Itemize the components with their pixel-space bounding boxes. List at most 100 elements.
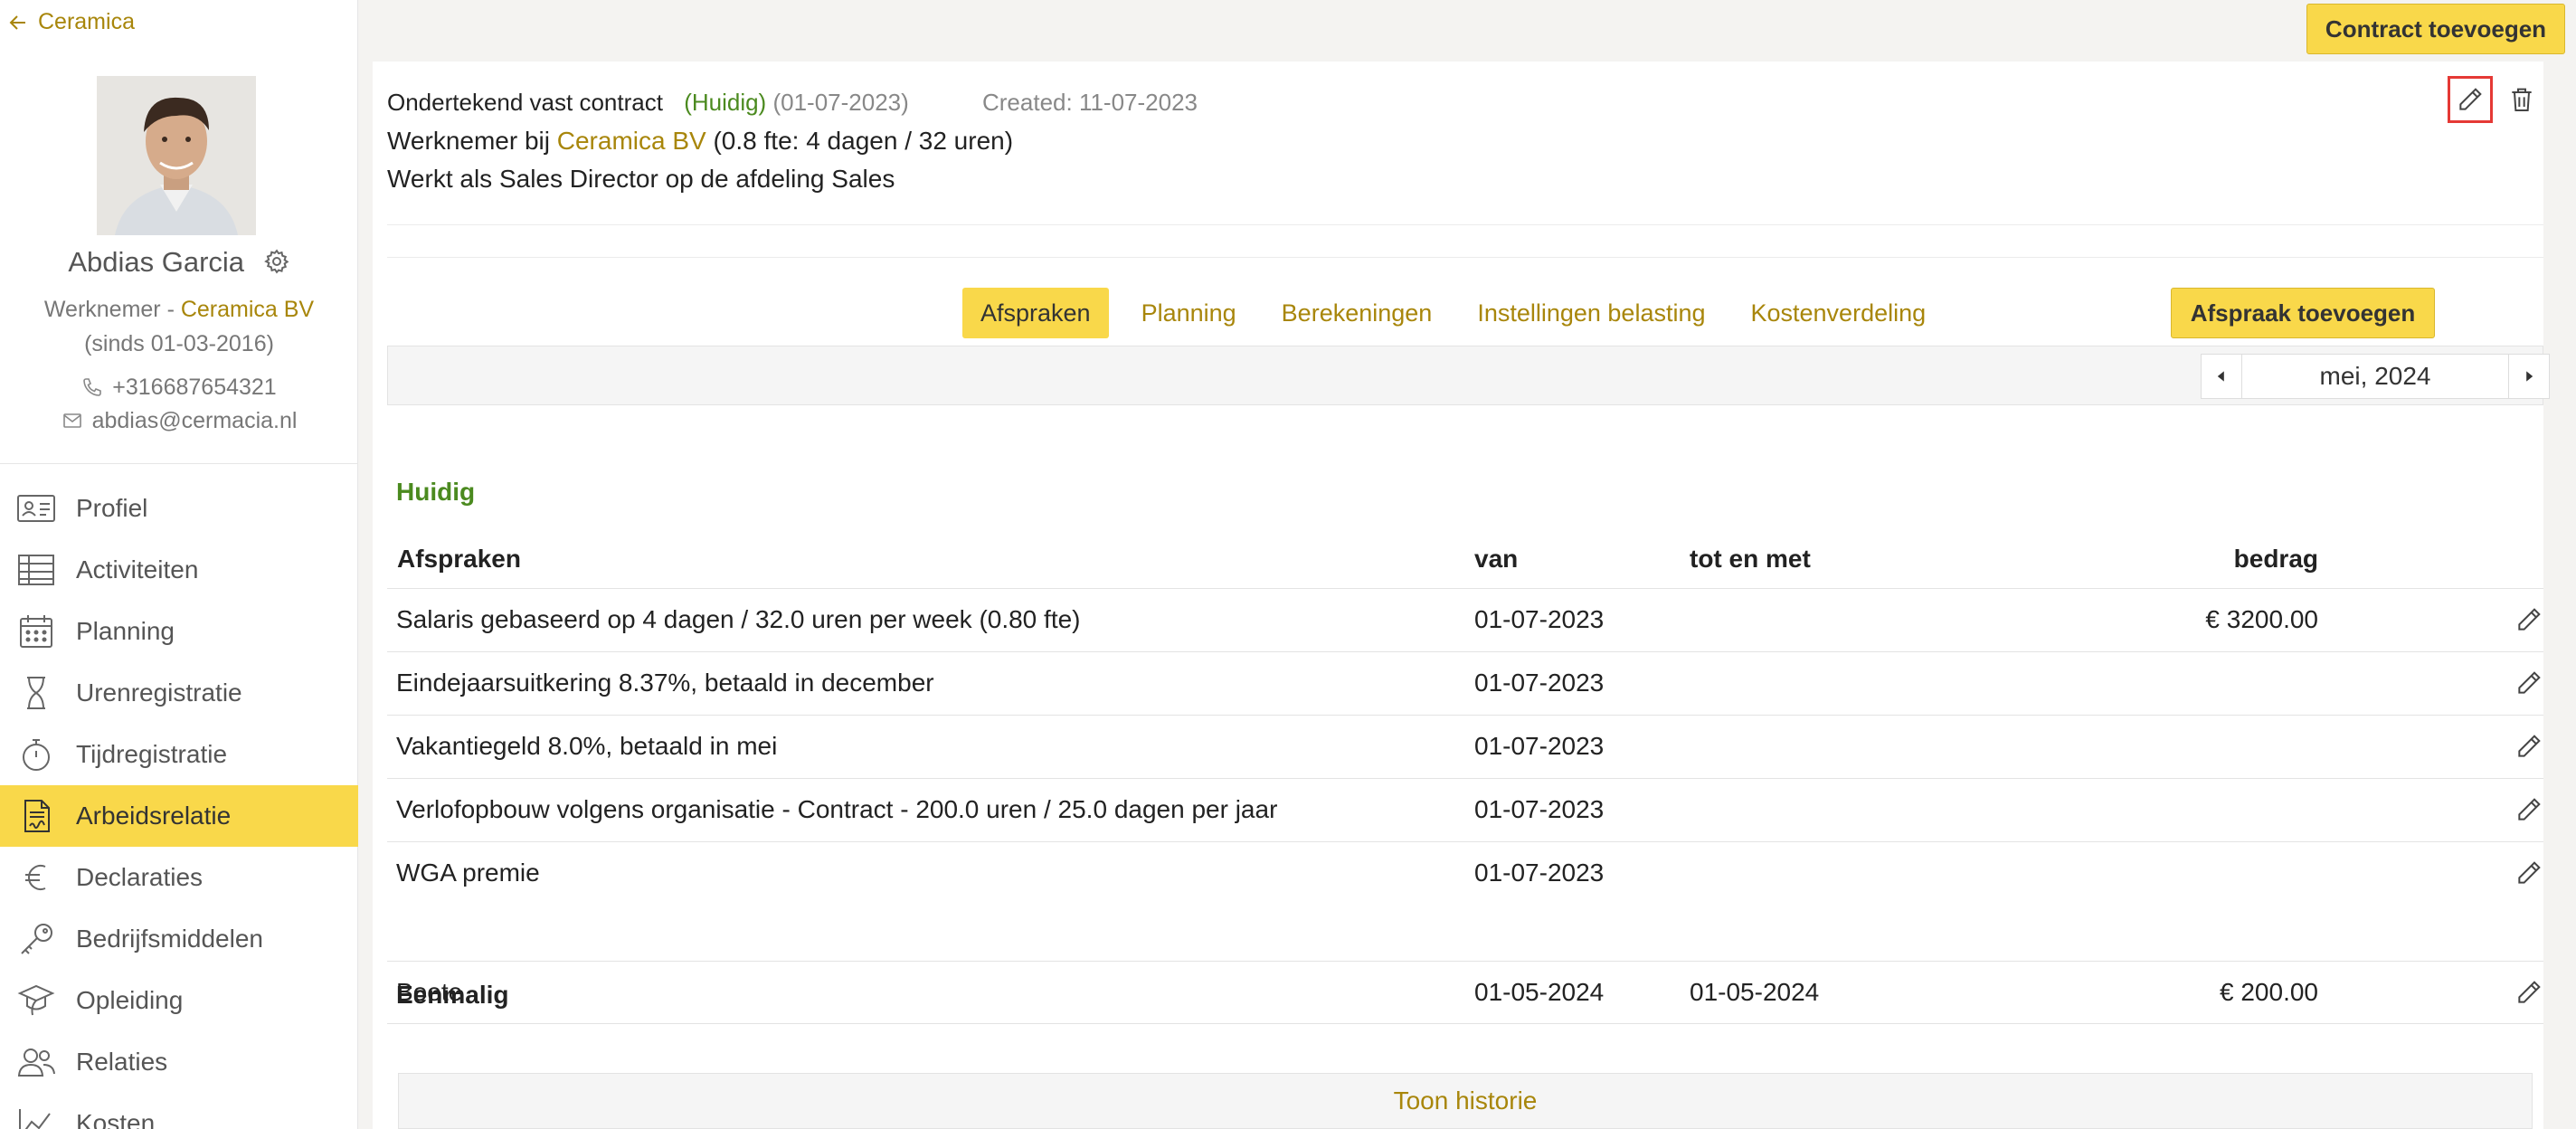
contract-created: Created: 11-07-2023 xyxy=(982,89,1198,116)
caret-right-icon xyxy=(2526,371,2533,382)
tab-bar: Afspraken Planning Berekeningen Instelli… xyxy=(962,288,1948,338)
sidebar-item-label: Tijdregistratie xyxy=(76,740,228,768)
pencil-icon xyxy=(2518,608,2541,631)
sidebar: Ceramica Abdias Garcia Werknemer - Ceram… xyxy=(0,0,358,1129)
hourglass-icon xyxy=(14,675,58,711)
row-van: 01-07-2023 xyxy=(1474,859,1605,887)
row-description: Boete xyxy=(396,978,463,1006)
contract-title: Ondertekend vast contract xyxy=(387,89,663,116)
row-edit-button[interactable] xyxy=(2514,978,2543,1007)
sidebar-item-label: Profiel xyxy=(76,494,148,522)
sidebar-item-relaties[interactable]: Relaties xyxy=(0,1031,358,1093)
trash-icon xyxy=(2512,88,2532,111)
row-tot: 01-05-2024 xyxy=(1690,978,1820,1006)
column-header-van: van xyxy=(1474,545,1519,573)
column-header-afspraken: Afspraken xyxy=(397,545,521,573)
show-history-button[interactable]: Toon historie xyxy=(398,1073,2533,1129)
profile-email[interactable]: abdias@cermacia.nl xyxy=(0,408,358,434)
sidebar-item-label: Kosten xyxy=(76,1109,156,1129)
sidebar-item-label: Declaraties xyxy=(76,863,204,891)
tab-berekeningen[interactable]: Berekeningen xyxy=(1259,288,1455,338)
sidebar-item-declaraties[interactable]: Declaraties xyxy=(0,847,358,908)
id-card-icon xyxy=(14,490,58,527)
row-description: Eindejaarsuitkering 8.37%, betaald in de… xyxy=(396,669,934,697)
mail-icon xyxy=(62,413,81,428)
period-prev-button[interactable] xyxy=(2201,354,2242,399)
pencil-icon xyxy=(2518,981,2541,1003)
row-edit-button[interactable] xyxy=(2514,859,2543,887)
row-description: WGA premie xyxy=(396,859,540,887)
row-van: 01-07-2023 xyxy=(1474,795,1605,823)
caret-left-icon xyxy=(2217,371,2224,382)
row-van: 01-07-2023 xyxy=(1474,732,1605,760)
gear-icon[interactable] xyxy=(263,248,290,275)
employer-prefix: Werknemer bij xyxy=(387,127,557,155)
edit-contract-button[interactable] xyxy=(2448,76,2493,123)
tab-kostenverdeling[interactable]: Kostenverdeling xyxy=(1728,288,1949,338)
profile-role: Werknemer - Ceramica BV xyxy=(0,297,358,323)
tab-afspraken[interactable]: Afspraken xyxy=(962,288,1109,338)
row-description: Verlofopbouw volgens organisatie - Contr… xyxy=(396,795,1278,823)
row-van: 01-05-2024 xyxy=(1474,978,1605,1006)
back-link-label: Ceramica xyxy=(38,9,135,34)
back-link[interactable]: Ceramica xyxy=(7,9,135,35)
pencil-icon xyxy=(2518,798,2541,821)
arrow-left-icon xyxy=(9,14,25,30)
period-value[interactable]: mei, 2024 xyxy=(2242,354,2508,399)
company-link[interactable]: Ceramica BV xyxy=(181,297,314,322)
sidebar-item-urenregistratie[interactable]: Urenregistratie xyxy=(0,662,358,724)
contract-employer-line: Werknemer bij Ceramica BV (0.8 fte: 4 da… xyxy=(387,127,1013,156)
sidebar-item-planning[interactable]: Planning xyxy=(0,601,358,662)
tab-instellingen-belasting[interactable]: Instellingen belasting xyxy=(1454,288,1728,338)
contract-start: (01-07-2023) xyxy=(772,89,909,116)
sidebar-item-activiteiten[interactable]: Activiteiten xyxy=(0,539,358,601)
employer-company-link[interactable]: Ceramica BV xyxy=(557,127,706,155)
add-contract-button[interactable]: Contract toevoegen xyxy=(2306,4,2565,54)
table-row: WGA premie 01-07-2023 xyxy=(387,841,2543,905)
pencil-icon xyxy=(2459,88,2482,110)
sidebar-item-profiel[interactable]: Profiel xyxy=(0,478,358,539)
row-description: Vakantiegeld 8.0%, betaald in mei xyxy=(396,732,778,760)
calendar-icon xyxy=(14,613,58,650)
profile-since: (sinds 01-03-2016) xyxy=(84,331,274,356)
add-agreement-button[interactable]: Afspraak toevoegen xyxy=(2171,288,2435,338)
phone-text: +316687654321 xyxy=(112,375,277,400)
tab-planning[interactable]: Planning xyxy=(1119,288,1259,338)
table-row: Verlofopbouw volgens organisatie - Contr… xyxy=(387,778,2543,841)
sidebar-item-opleiding[interactable]: Opleiding xyxy=(0,970,358,1031)
section-current-heading: Huidig xyxy=(396,478,476,506)
sidebar-item-label: Relaties xyxy=(76,1048,168,1076)
sidebar-item-label: Urenregistratie xyxy=(76,678,242,707)
contract-icon xyxy=(14,798,58,834)
table-row: Salaris gebaseerd op 4 dagen / 32.0 uren… xyxy=(387,588,2543,651)
sidebar-divider xyxy=(0,463,358,464)
row-van: 01-07-2023 xyxy=(1474,669,1605,697)
profile-phone[interactable]: +316687654321 xyxy=(0,375,358,401)
divider xyxy=(387,257,2543,258)
delete-contract-button[interactable] xyxy=(2504,81,2540,118)
sidebar-item-tijdregistratie[interactable]: Tijdregistratie xyxy=(0,724,358,785)
row-bedrag: € 3200.00 xyxy=(2205,605,2318,633)
profile-name-text: Abdias Garcia xyxy=(68,246,245,278)
sidebar-item-label: Activiteiten xyxy=(76,555,199,583)
contract-card: Ondertekend vast contract (Huidig) (01-0… xyxy=(373,62,2550,1129)
sidebar-nav: Profiel Activiteiten Planning Urenregist… xyxy=(0,478,358,1129)
contract-role-line: Werkt als Sales Director op de afdeling … xyxy=(387,165,895,193)
email-text: abdias@cermacia.nl xyxy=(91,408,298,433)
chart-icon xyxy=(14,1105,58,1129)
column-header-bedrag: bedrag xyxy=(2233,545,2318,573)
table-row: Vakantiegeld 8.0%, betaald in mei 01-07-… xyxy=(387,715,2543,778)
row-edit-button[interactable] xyxy=(2514,795,2543,824)
row-van: 01-07-2023 xyxy=(1474,605,1605,633)
sidebar-item-arbeidsrelatie[interactable]: Arbeidsrelatie xyxy=(0,785,358,847)
row-edit-button[interactable] xyxy=(2514,732,2543,761)
phone-icon xyxy=(83,378,102,396)
row-edit-button[interactable] xyxy=(2514,669,2543,697)
sidebar-item-kosten[interactable]: Kosten xyxy=(0,1093,358,1129)
period-next-button[interactable] xyxy=(2508,354,2550,399)
row-description: Salaris gebaseerd op 4 dagen / 32.0 uren… xyxy=(396,605,1081,633)
employer-fte: (0.8 fte: 4 dagen / 32 uren) xyxy=(706,127,1014,155)
sidebar-item-label: Arbeidsrelatie xyxy=(76,802,232,830)
row-edit-button[interactable] xyxy=(2514,605,2543,634)
sidebar-item-bedrijfsmiddelen[interactable]: Bedrijfsmiddelen xyxy=(0,908,358,970)
